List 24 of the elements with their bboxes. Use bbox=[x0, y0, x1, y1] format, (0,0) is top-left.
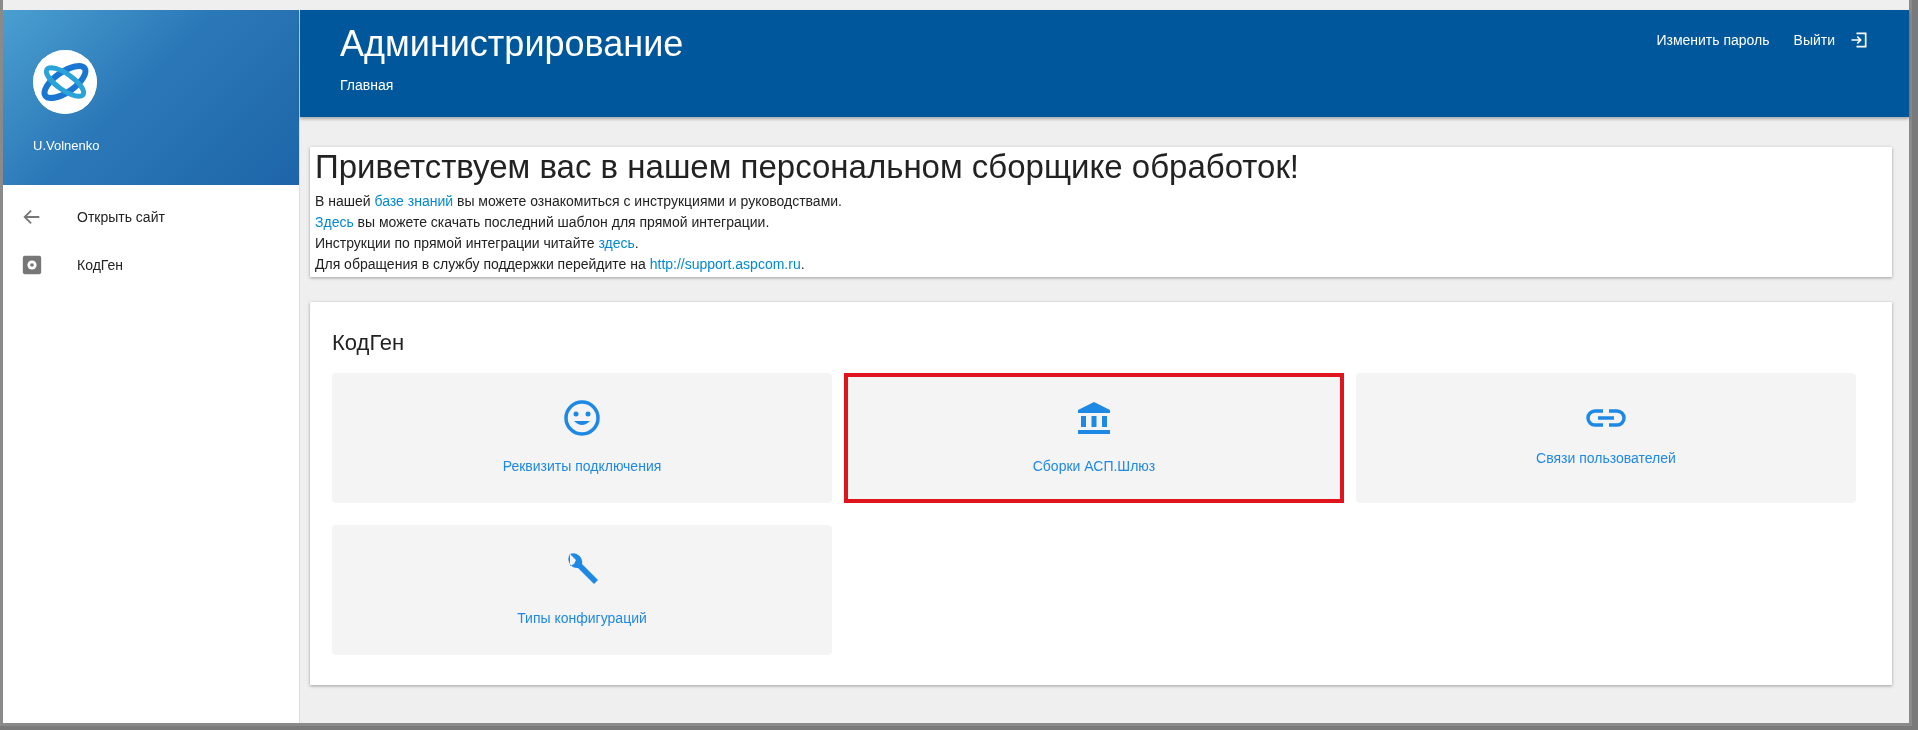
nav-tile[interactable]: Реквизиты подключения bbox=[332, 372, 832, 503]
sidebar-item[interactable]: КодГен bbox=[3, 241, 299, 289]
text-link[interactable]: Здесь bbox=[315, 213, 354, 230]
info-text: В нашей базе знаний вы можете ознакомиться с инструкциями и руководствами. bbox=[315, 191, 843, 211]
info-text: Для обращения в службу поддержки перейдите на http://support.aspcom.ru. bbox=[315, 254, 806, 274]
text-link[interactable]: базе знаний bbox=[374, 192, 454, 209]
nav-tile[interactable]: Сборки АСП.Шлюз bbox=[844, 372, 1344, 503]
info-text: Здесь вы можете скачать последний шаблон для прямой интеграции. bbox=[315, 212, 771, 232]
nav-tile[interactable]: Типы конфигураций bbox=[332, 524, 832, 655]
text-link[interactable]: http://support.aspcom.ru bbox=[649, 255, 801, 272]
header-link[interactable]: Изменить пароль bbox=[1656, 22, 1770, 58]
welcome-heading: Приветствуем вас в нашем персональном сборщике обработок! bbox=[315, 147, 1301, 187]
text-link[interactable]: здесь bbox=[598, 234, 635, 251]
section-title: КодГен bbox=[332, 328, 405, 357]
sidebar-item[interactable]: Открыть сайт bbox=[3, 193, 299, 241]
smiley-icon bbox=[562, 398, 602, 439]
nav-tile[interactable]: Связи пользователей bbox=[1356, 372, 1856, 503]
user-name: U.Volnenko bbox=[33, 137, 100, 155]
info-text: Инструкции по прямой интеграции читайте здесь. bbox=[315, 233, 640, 253]
page-title: Администрирование bbox=[340, 22, 684, 66]
logo-icon bbox=[33, 50, 97, 114]
exit-icon bbox=[1849, 30, 1869, 50]
header-link[interactable]: Выйти bbox=[1793, 22, 1869, 58]
breadcrumb: Главная bbox=[340, 76, 394, 96]
